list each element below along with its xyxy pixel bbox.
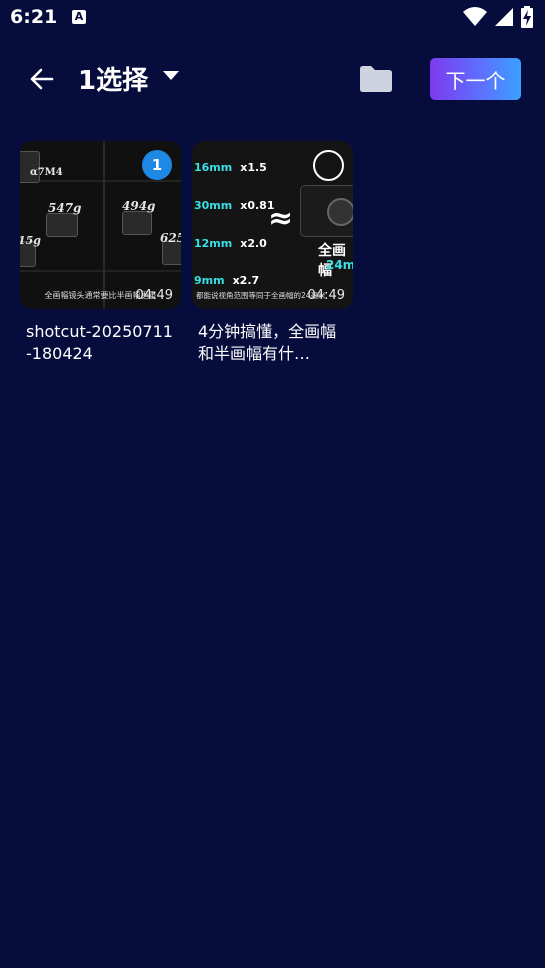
focal-length: 16mm bbox=[194, 161, 233, 174]
notification-icon: A bbox=[72, 10, 86, 24]
signal-icon bbox=[495, 8, 513, 26]
status-bar: 6:21 A bbox=[0, 0, 545, 36]
selection-circle[interactable] bbox=[313, 150, 344, 181]
focal-length: 9mm bbox=[194, 274, 225, 287]
video-item[interactable]: 16mm x1.5 30mm x0.81 12mm x2.0 9mm x2.7 ≈ 全画… bbox=[192, 141, 353, 365]
wifi-icon bbox=[463, 7, 487, 27]
video-caption: 4分钟搞懂，全画幅和半画幅有什… bbox=[198, 322, 337, 363]
video-thumbnail[interactable]: α7M4 547g 494g 625 15g 全画幅镜头通常要比半画幅更重 04… bbox=[20, 141, 181, 309]
crop-factor: x2.0 bbox=[240, 237, 267, 250]
focal-length: 30mm bbox=[194, 199, 233, 212]
video-duration: 04:49 bbox=[135, 288, 173, 303]
crop-factor: x2.7 bbox=[232, 274, 260, 287]
caret-down-icon[interactable] bbox=[163, 71, 179, 80]
video-thumbnail[interactable]: 16mm x1.5 30mm x0.81 12mm x2.0 9mm x2.7 ≈ 全画… bbox=[192, 141, 353, 309]
app-bar: 1选择 下一个 bbox=[0, 50, 545, 108]
approx-symbol: ≈ bbox=[268, 201, 294, 236]
status-time: 6:21 bbox=[10, 6, 58, 28]
focal-row: 12mm x2.0 bbox=[194, 237, 267, 250]
lens-image bbox=[46, 213, 78, 237]
camera-image bbox=[300, 185, 353, 237]
crop-factor: x1.5 bbox=[240, 161, 267, 174]
thumbnail-text: 625 bbox=[160, 231, 181, 245]
thumbnail-text: 24mm bbox=[326, 258, 353, 272]
focal-length: 12mm bbox=[194, 237, 233, 250]
status-icons bbox=[463, 6, 533, 28]
thumbnail-text: 547g bbox=[48, 201, 82, 215]
selection-badge[interactable]: 1 bbox=[142, 150, 172, 180]
folder-button[interactable] bbox=[357, 63, 395, 95]
video-duration: 04:49 bbox=[307, 288, 345, 303]
lens-image bbox=[122, 211, 152, 235]
folder-icon bbox=[360, 66, 392, 92]
video-caption: shotcut-20250711-180424 bbox=[26, 322, 173, 363]
focal-row: 30mm x0.81 bbox=[194, 199, 274, 212]
video-item[interactable]: α7M4 547g 494g 625 15g 全画幅镜头通常要比半画幅更重 04… bbox=[20, 141, 181, 365]
back-button[interactable] bbox=[22, 62, 62, 96]
thumbnail-text: α7M4 bbox=[30, 167, 63, 178]
next-button[interactable]: 下一个 bbox=[430, 58, 521, 100]
battery-charging-icon bbox=[521, 6, 533, 28]
arrow-left-icon bbox=[30, 68, 54, 90]
thumbnail-text: 15g bbox=[20, 234, 41, 247]
focal-row: 9mm x2.7 bbox=[194, 274, 259, 287]
thumbnail-text: 494g bbox=[122, 199, 156, 213]
page-title[interactable]: 1选择 bbox=[78, 60, 148, 97]
focal-row: 16mm x1.5 bbox=[194, 161, 267, 174]
